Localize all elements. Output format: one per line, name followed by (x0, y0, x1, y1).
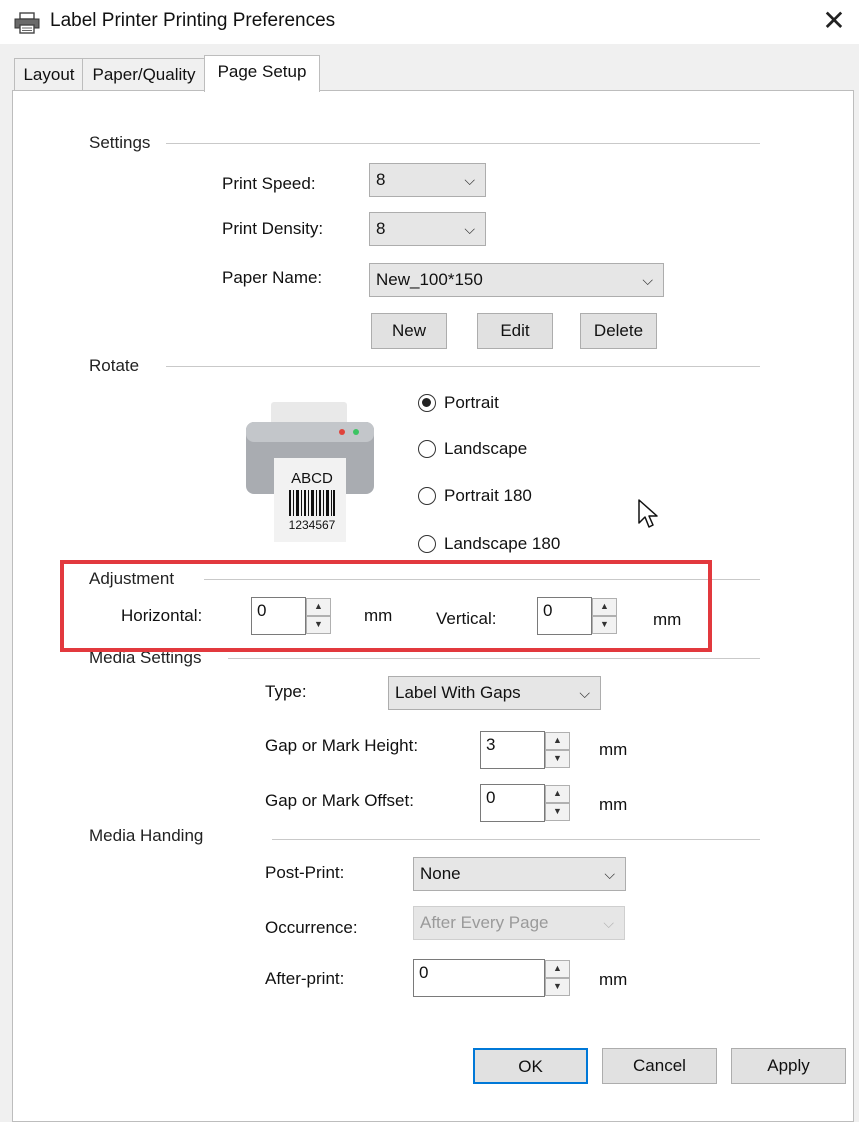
chevron-down-icon: ⌵ (604, 866, 615, 882)
type-select[interactable]: Label With Gaps ⌵ (388, 676, 601, 710)
paper-name-value: New_100*150 (376, 270, 483, 289)
post-print-value: None (420, 864, 461, 883)
portrait-radio[interactable]: Portrait (418, 392, 618, 416)
chevron-down-icon: ⌵ (579, 685, 590, 701)
printer-icon (14, 12, 40, 34)
cancel-button[interactable]: Cancel (602, 1048, 717, 1084)
new-button[interactable]: New (371, 313, 447, 349)
rotate-group-label: Rotate (89, 356, 140, 376)
gap-offset-spin-up-icon[interactable]: ▲ (545, 785, 570, 803)
post-print-select[interactable]: None ⌵ (413, 857, 626, 891)
radio-button[interactable] (418, 440, 436, 458)
settings-divider (166, 143, 760, 144)
gap-height-spin-up-icon[interactable]: ▲ (545, 732, 570, 750)
after-print-input[interactable]: 0 (413, 959, 545, 997)
chevron-down-icon: ⌵ (464, 172, 475, 188)
after-print-spin-down-icon[interactable]: ▼ (545, 978, 570, 996)
portrait-180-radio[interactable]: Portrait 180 (418, 485, 618, 509)
preview-label-text: ABCD (291, 470, 333, 487)
ok-button[interactable]: OK (473, 1048, 588, 1084)
tab-paper-quality[interactable]: Paper/Quality (82, 58, 206, 91)
post-print-label: Post-Print: (265, 863, 345, 882)
chevron-down-icon: ⌵ (642, 272, 653, 288)
mouse-cursor-icon (638, 499, 658, 528)
gap-offset-spin-down-icon[interactable]: ▼ (545, 803, 570, 821)
window-title: Label Printer Printing Preferences (50, 10, 336, 31)
gap-height-input[interactable]: 3 (480, 731, 545, 769)
landscape-radio[interactable]: Landscape (418, 438, 618, 462)
type-label: Type: (265, 682, 307, 701)
paper-name-select[interactable]: New_100*150 ⌵ (369, 263, 664, 297)
print-speed-value: 8 (376, 170, 386, 189)
print-density-value: 8 (376, 219, 386, 238)
radio-dot (422, 398, 431, 407)
tab-layout[interactable]: Layout (14, 58, 84, 91)
chevron-down-icon: ⌵ (464, 221, 475, 237)
print-speed-label: Print Speed: (222, 174, 316, 193)
barcode-icon (289, 490, 335, 516)
print-speed-select[interactable]: 8 ⌵ (369, 163, 486, 197)
adjustment-highlight-box (60, 560, 712, 652)
settings-group-label: Settings (89, 133, 151, 153)
gap-offset-label: Gap or Mark Offset: (265, 791, 414, 810)
apply-button[interactable]: Apply (731, 1048, 846, 1084)
occurrence-label: Occurrence: (265, 918, 358, 937)
title-bar: Label Printer Printing Preferences ✕ (0, 0, 859, 44)
radio-button[interactable] (418, 394, 436, 412)
gap-height-spin-down-icon[interactable]: ▼ (545, 750, 570, 768)
media-handing-group-label: Media Handing (89, 826, 204, 846)
gap-height-label: Gap or Mark Height: (265, 736, 419, 755)
gap-height-unit: mm (599, 740, 628, 759)
after-print-label: After-print: (265, 969, 345, 988)
preview-barcode-number: 1234567 (288, 518, 336, 532)
edit-button[interactable]: Edit (477, 313, 553, 349)
print-density-select[interactable]: 8 ⌵ (369, 212, 486, 246)
portrait-180-label: Portrait 180 (444, 486, 532, 505)
paper-name-label: Paper Name: (222, 268, 323, 287)
landscape-180-label: Landscape 180 (444, 534, 561, 553)
occurrence-value: After Every Page (420, 913, 549, 932)
gap-offset-input[interactable]: 0 (480, 784, 545, 822)
radio-button[interactable] (418, 535, 436, 553)
portrait-label: Portrait (444, 393, 499, 412)
gap-offset-unit: mm (599, 795, 628, 814)
occurrence-select: After Every Page ⌵ (413, 906, 625, 940)
after-print-unit: mm (599, 970, 628, 989)
landscape-label: Landscape (444, 439, 528, 458)
after-print-spin-up-icon[interactable]: ▲ (545, 960, 570, 978)
radio-button[interactable] (418, 487, 436, 505)
chevron-down-icon: ⌵ (603, 915, 614, 931)
delete-button[interactable]: Delete (580, 313, 657, 349)
media-handing-divider (272, 839, 760, 840)
tab-page-setup[interactable]: Page Setup (204, 55, 320, 92)
rotate-divider (166, 366, 760, 367)
landscape-180-radio[interactable]: Landscape 180 (418, 533, 618, 557)
close-icon[interactable]: ✕ (818, 6, 850, 36)
media-settings-divider (228, 658, 760, 659)
type-value: Label With Gaps (395, 683, 521, 702)
print-density-label: Print Density: (222, 219, 324, 238)
